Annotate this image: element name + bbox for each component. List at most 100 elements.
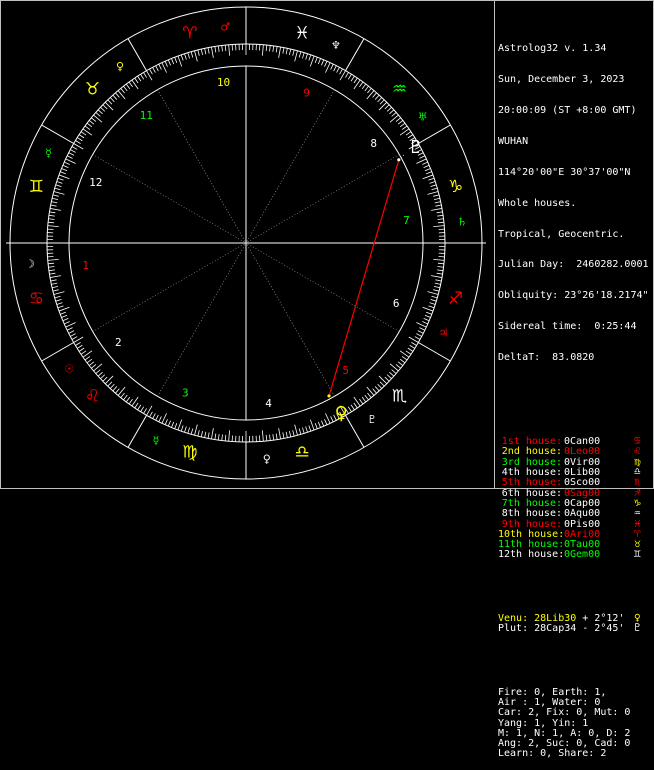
house-cusp-line — [93, 243, 246, 332]
degree-tick — [141, 74, 144, 79]
degree-tick — [321, 421, 323, 427]
degree-tick — [428, 306, 434, 308]
degree-tick — [81, 132, 86, 135]
planet-glyph-icon: ♀ — [634, 613, 641, 623]
degree-tick — [432, 188, 438, 190]
house-cusp-value: 0Pis00 — [564, 520, 612, 530]
degree-tick — [48, 226, 59, 227]
house-system: Whole houses. — [498, 199, 652, 209]
degree-tick — [159, 416, 162, 421]
degree-tick — [54, 191, 65, 194]
house-cusp-value: 0Sag00 — [564, 489, 612, 499]
degree-tick — [379, 102, 387, 110]
sign-glyph-icon: ♈ — [634, 529, 641, 539]
degree-tick — [270, 435, 271, 441]
house-cusp-value: 0Tau00 — [564, 540, 612, 550]
degree-tick — [299, 429, 301, 435]
zodiac-sign-icon: ♈ — [182, 23, 197, 43]
degree-tick — [437, 270, 443, 271]
degree-tick — [419, 328, 424, 331]
zodiac-sign-icon: ♍ — [182, 443, 197, 463]
sign-boundary — [346, 39, 365, 71]
degree-tick — [373, 389, 377, 394]
sidereal-time: Sidereal time: 0:25:44 — [498, 322, 652, 332]
degree-tick — [279, 47, 281, 58]
venus-glyph-icon: ♀ — [335, 403, 348, 424]
degree-tick — [100, 375, 104, 379]
degree-tick — [175, 57, 177, 63]
degree-tick — [331, 64, 334, 69]
house-cusp-line — [158, 243, 247, 396]
degree-tick — [52, 198, 58, 199]
sign-glyph-icon: ♐ — [634, 488, 641, 498]
house-number: 5 — [342, 364, 349, 377]
degree-tick — [423, 175, 433, 179]
degree-tick — [340, 69, 343, 74]
sign-glyph-icon: ♒ — [634, 508, 641, 518]
chart-time: 20:00:09 (ST +8:00 GMT) — [498, 106, 652, 116]
sign-glyph-icon: ♓ — [634, 519, 641, 529]
sign-glyph-icon: ♑ — [634, 498, 641, 508]
degree-tick — [276, 434, 277, 440]
degree-tick — [309, 55, 311, 61]
degree-tick — [402, 356, 407, 360]
program-title: Astrolog32 v. 1.34 — [498, 44, 652, 54]
house-label: 9th house: — [498, 520, 562, 530]
info-panel: Astrolog32 v. 1.34 Sun, December 3, 2023… — [498, 3, 652, 770]
degree-tick — [428, 292, 439, 295]
degree-tick — [348, 74, 351, 79]
degree-tick — [302, 53, 304, 59]
degree-tick — [57, 303, 63, 305]
degree-tick — [110, 384, 114, 388]
ruler-glyph-icon: ♂ — [220, 20, 230, 33]
degree-tick — [60, 312, 66, 314]
planet-glyph-icon: ♇ — [634, 623, 641, 633]
degree-tick — [75, 141, 80, 144]
planet-position: 28Cap34 — [534, 623, 576, 634]
degree-tick — [418, 331, 423, 334]
panel-divider — [494, 0, 495, 489]
degree-tick — [79, 135, 84, 138]
stat-line: M: 1, N: 1, A: 0, D: 2 — [498, 729, 652, 739]
house-number: 1 — [82, 259, 89, 272]
sign-boundary — [42, 343, 74, 362]
degree-tick — [424, 165, 430, 167]
degree-tick — [433, 259, 444, 260]
house-row: 12th house:0Gem00♊ — [498, 550, 652, 560]
degree-tick — [438, 219, 444, 220]
degree-tick — [165, 419, 167, 424]
degree-tick — [66, 159, 76, 164]
degree-tick — [435, 202, 441, 203]
degree-tick — [48, 219, 54, 220]
house-cusp-line — [246, 155, 399, 244]
degree-tick — [359, 399, 363, 404]
degree-tick — [150, 412, 153, 417]
degree-tick — [85, 356, 90, 360]
degree-tick — [56, 185, 62, 187]
degree-tick — [70, 334, 75, 337]
house-row: 9th house:0Pis00 ♓ — [498, 520, 652, 530]
delta-t: DeltaT: 83.0820 — [498, 353, 652, 363]
degree-tick — [266, 45, 267, 51]
degree-tick — [437, 212, 443, 213]
degree-tick — [318, 422, 320, 428]
degree-tick — [380, 382, 384, 386]
degree-tick — [273, 46, 274, 52]
zodiac-type: Tropical, Geocentric. — [498, 230, 652, 240]
degree-tick — [208, 48, 209, 54]
chart-coordinates: 114°20'00"E 30°37'00"N — [498, 168, 652, 178]
julian-day: Julian Day: 2460282.0001 — [498, 260, 652, 270]
degree-tick — [72, 147, 77, 150]
degree-tick — [325, 413, 330, 423]
house-cusp-value: 0Ari00 — [564, 530, 612, 540]
degree-tick — [416, 322, 426, 327]
degree-tick — [69, 153, 74, 156]
pluto-glyph-icon: ♇ — [408, 137, 424, 158]
zodiac-sign-icon: ♑ — [448, 177, 463, 197]
degree-tick — [94, 115, 102, 122]
degree-tick — [205, 48, 206, 54]
degree-tick — [89, 120, 94, 124]
degree-tick — [96, 112, 101, 116]
degree-tick — [49, 212, 55, 213]
degree-tick — [375, 386, 379, 390]
